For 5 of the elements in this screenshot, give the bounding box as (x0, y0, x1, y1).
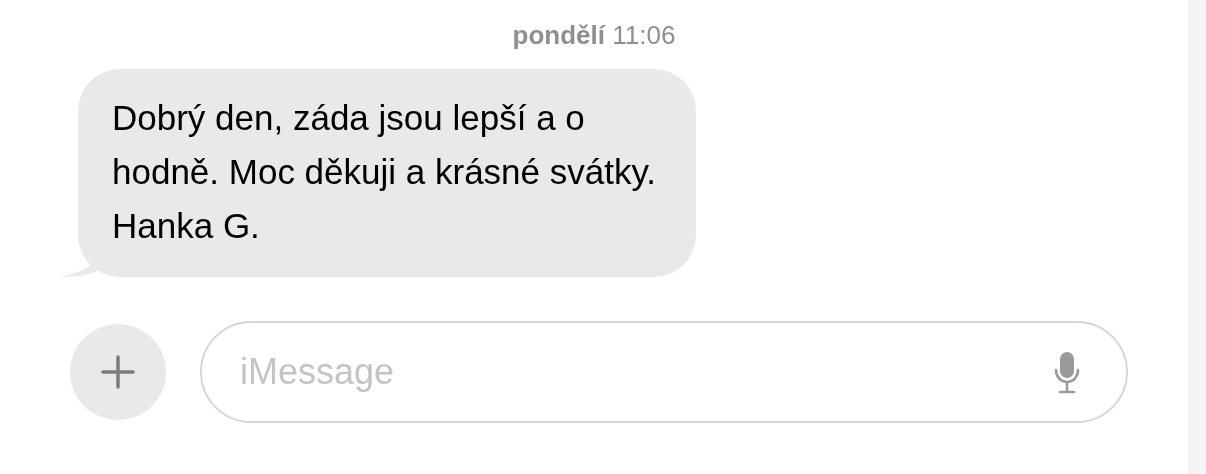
message-input-field[interactable]: iMessage (200, 321, 1128, 423)
microphone-icon[interactable] (1054, 350, 1080, 394)
plus-icon (101, 355, 135, 389)
message-timestamp: pondělí 11:06 (512, 19, 676, 52)
message-bubble: Dobrý den, záda jsou lepší a o hodně. Moc děkuji a krásné svátky. Hanka G. (78, 69, 697, 277)
